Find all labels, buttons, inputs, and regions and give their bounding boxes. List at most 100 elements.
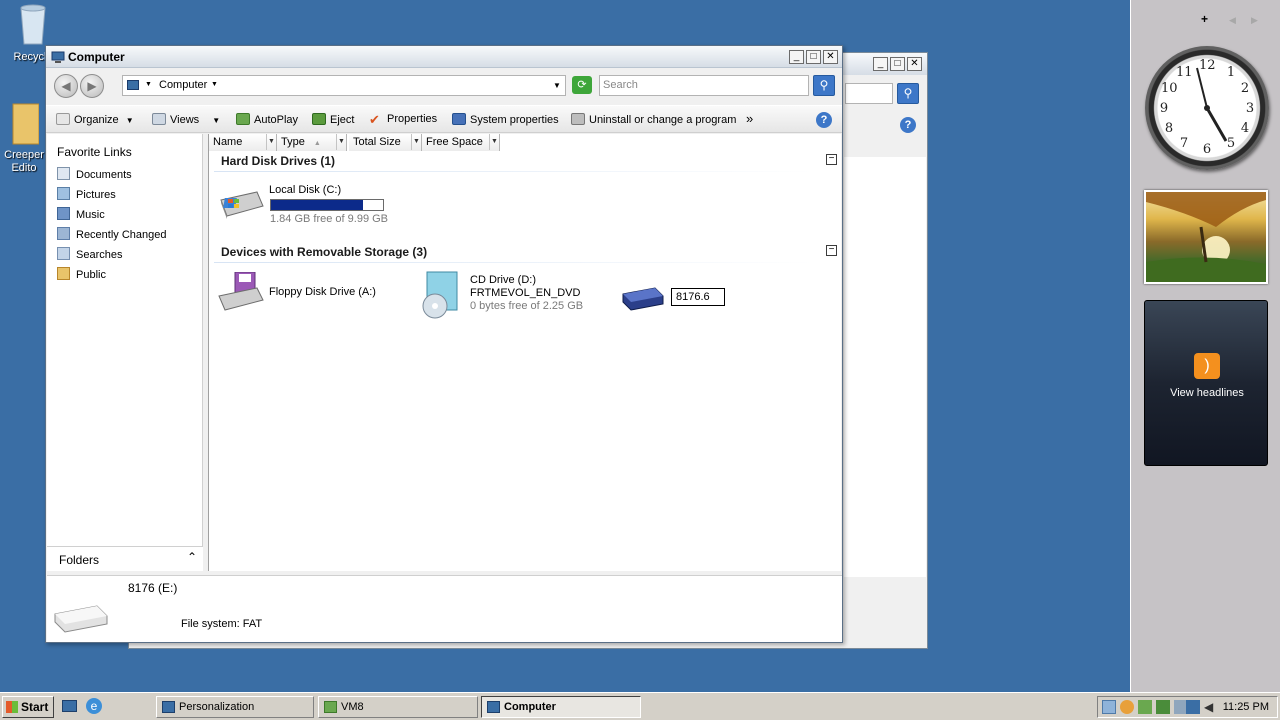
volume-icon[interactable]: ◀ [1204,700,1216,714]
feed-headlines-gadget[interactable]: ) View headlines [1144,300,1268,466]
network-connection-icon[interactable] [1186,700,1200,714]
organize-button[interactable]: Organize ▼ [56,113,134,126]
taskbar-item-personalization[interactable]: Personalization [156,696,314,718]
bg-minimize-button[interactable]: _ [873,57,888,71]
bg-search-field[interactable] [845,83,893,104]
organize-icon [56,113,70,125]
column-label: Total Size [353,136,401,148]
next-gadget-button[interactable]: ▶ [1251,15,1258,26]
column-dropdown-icon[interactable]: ▼ [336,134,346,150]
properties-button[interactable]: ✔ Properties [369,113,437,126]
nav-item-label: Public [76,269,106,281]
network-icon[interactable] [1102,700,1116,714]
drive-free-space: 1.84 GB free of 9.99 GB [270,213,389,225]
uninstall-icon [571,113,585,125]
views-button[interactable]: Views ▼ [152,113,220,126]
prev-gadget-button[interactable]: ◀ [1229,15,1236,26]
documents-icon [57,167,70,180]
security-icon[interactable] [1120,700,1134,714]
column-dropdown-icon[interactable]: ▼ [266,134,276,150]
recently-changed-icon [57,227,70,240]
column-header-total-size[interactable]: Total Size ▼ [349,134,422,151]
nav-item-recently-changed[interactable]: Recently Changed [57,227,167,241]
close-button[interactable]: ✕ [823,50,838,64]
clock-gadget[interactable]: 12 1 2 3 4 5 6 7 8 9 10 11 [1145,46,1269,170]
address-field[interactable]: ▼ Computer ▼ ▼ [122,75,566,96]
drive-removable-e[interactable]: 8176.6 [619,280,739,316]
tray-app-icon[interactable] [1138,700,1152,714]
collapse-group-button[interactable]: − [826,154,837,165]
collapse-group-button[interactable]: − [826,245,837,256]
folder-icon [12,103,40,145]
bg-search-button[interactable]: ⚲ [897,83,919,104]
internet-explorer-icon[interactable]: e [86,698,102,714]
search-input[interactable]: Search [599,75,809,96]
start-button[interactable]: Start [2,696,54,718]
group-removable-storage[interactable]: Devices with Removable Storage (3) [221,245,427,259]
group-hard-disk-drives[interactable]: Hard Disk Drives (1) [221,154,335,168]
refresh-button[interactable]: ⟳ [572,76,592,94]
view-headlines-link[interactable]: View headlines [1145,387,1269,399]
column-dropdown-icon[interactable]: ▼ [411,134,421,150]
rename-input[interactable]: 8176.6 [671,288,725,306]
searches-icon [57,247,70,260]
address-dropdown-icon[interactable]: ▼ [553,81,561,90]
column-dropdown-icon[interactable]: ▼ [489,134,499,150]
maximize-button[interactable]: □ [806,50,821,64]
slideshow-gadget[interactable] [1144,190,1268,284]
nav-item-documents[interactable]: Documents [57,167,132,181]
address-bar: ◀ ▶ ▼ Computer ▼ ▼ ⟳ Search ⚲ [46,70,842,102]
uninstall-program-button[interactable]: Uninstall or change a program [571,113,736,126]
nav-item-searches[interactable]: Searches [57,247,122,261]
autoplay-button[interactable]: AutoPlay [236,113,298,126]
nav-item-music[interactable]: Music [57,207,105,221]
floppy-drive-icon [218,272,264,311]
column-header-type[interactable]: Type ▲ ▼ [277,134,347,151]
system-properties-button[interactable]: System properties [452,113,559,126]
cd-drive-icon [422,271,458,319]
column-header-free-space[interactable]: Free Space ▼ [422,134,500,151]
bg-help-icon[interactable]: ? [900,117,916,133]
drive-free-space: 0 bytes free of 2.25 GB [470,300,584,312]
taskbar-clock[interactable]: 11:25 PM [1223,701,1269,713]
folders-label: Folders [59,553,100,567]
more-commands-button[interactable]: » [746,111,753,126]
creeper-editor-icon[interactable]: Creeper Edito [2,100,46,175]
personalization-icon [162,701,175,713]
address-chevron-icon[interactable]: ▼ [145,81,152,88]
drive-local-disk-c[interactable]: Local Disk (C:) 1.84 GB free of 9.99 GB [215,180,415,225]
nav-item-label: Music [76,209,105,221]
eject-icon [312,113,326,125]
bg-maximize-button[interactable]: □ [890,57,905,71]
command-bar: Organize ▼ Views ▼ AutoPlay Eject ✔ Prope… [46,105,842,133]
search-button[interactable]: ⚲ [813,75,835,96]
folders-toggle[interactable]: Folders ⌃ [47,546,203,571]
bg-close-button[interactable]: ✕ [907,57,922,71]
windows-logo-icon [6,701,18,713]
start-label: Start [21,700,49,714]
eject-label: Eject [330,114,355,126]
taskbar-item-computer[interactable]: Computer [481,696,641,718]
clock-hands-icon [1196,67,1228,142]
crumb-chevron-icon[interactable]: ▼ [211,81,218,88]
back-button[interactable]: ◀ [54,74,78,98]
nav-item-public[interactable]: Public [57,267,106,281]
forward-button[interactable]: ▶ [80,74,104,98]
pictures-icon [57,187,70,200]
eject-button[interactable]: Eject [312,113,354,126]
drive-cd-d[interactable]: CD Drive (D:) FRTMEVOL_EN_DVD 0 bytes fr… [417,270,617,320]
add-gadget-button[interactable]: + [1201,12,1208,26]
window-titlebar[interactable]: Computer _ □ ✕ [46,46,842,68]
help-icon[interactable]: ? [816,112,832,128]
properties-check-icon: ✔ [369,112,380,127]
taskbar: Start e Personalization VM8 Computer ◀ 1… [0,692,1280,720]
show-desktop-icon[interactable] [62,700,77,712]
address-computer-crumb[interactable]: Computer [159,79,207,91]
trash-icon [20,4,46,45]
nav-item-pictures[interactable]: Pictures [57,187,116,201]
taskbar-item-vm8[interactable]: VM8 [318,696,478,718]
tray-app-icon[interactable] [1156,700,1170,714]
drive-floppy-a[interactable]: Floppy Disk Drive (A:) [215,272,405,320]
minimize-button[interactable]: _ [789,50,804,64]
column-header-name[interactable]: Name ▼ [209,134,277,151]
